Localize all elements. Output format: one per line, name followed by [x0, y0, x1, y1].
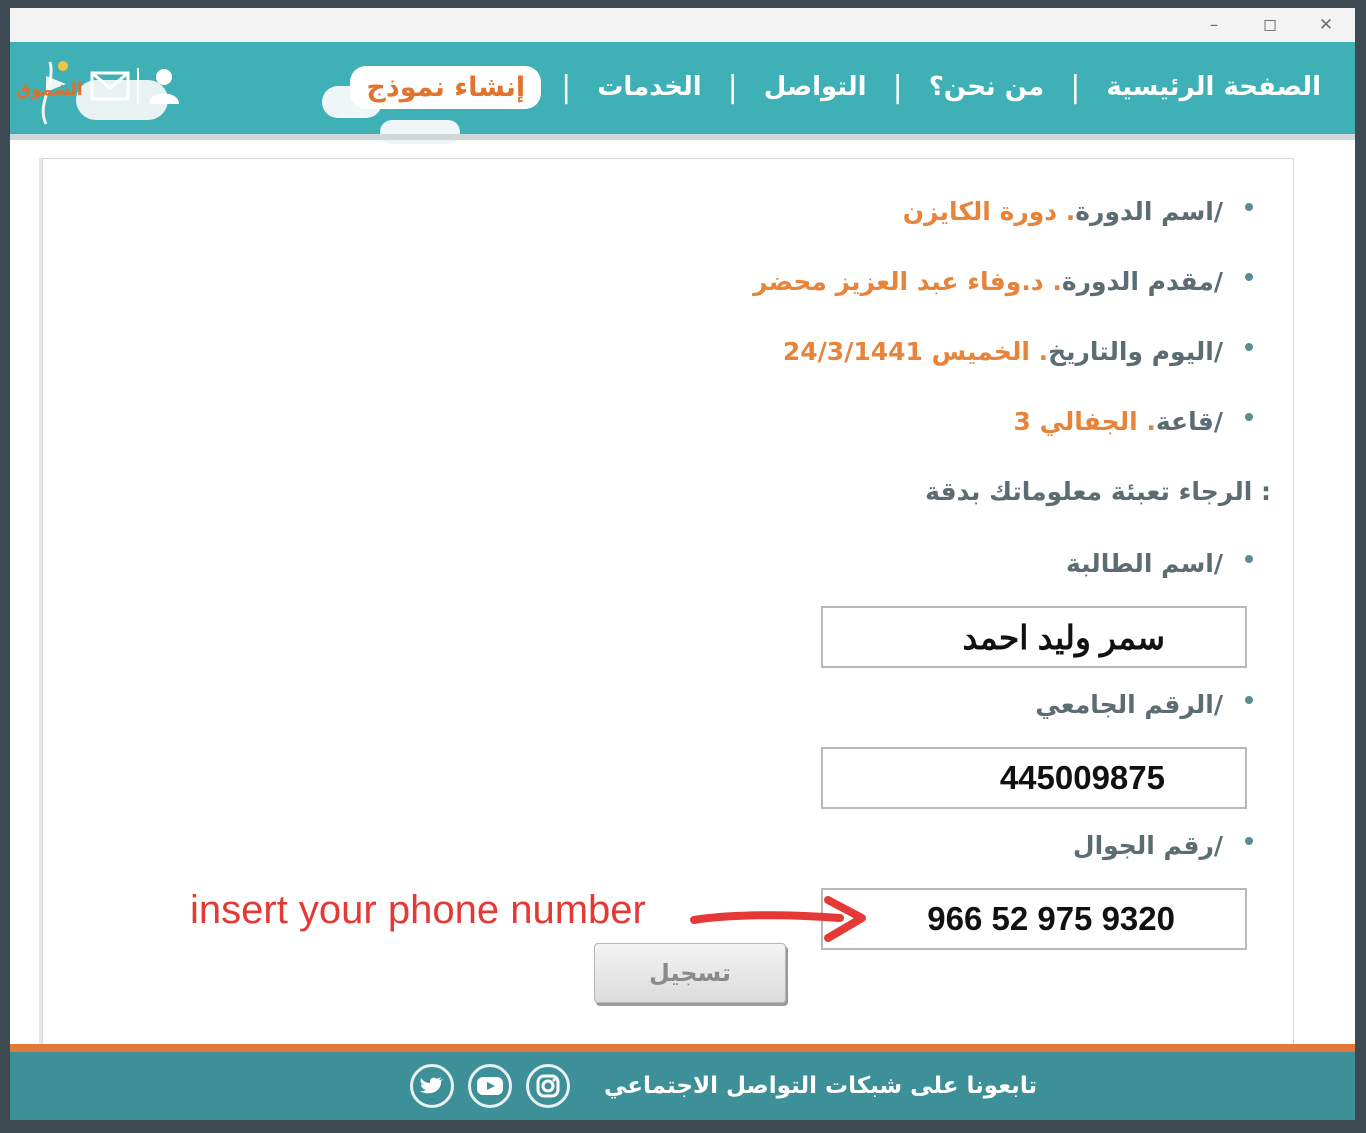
bullet: [1245, 837, 1253, 845]
nav-separator: |: [1070, 69, 1081, 105]
course-name-value: دورة الكايزن .: [902, 196, 1076, 226]
footer-social: تابعونا على شبكات التواصل الاجتماعي: [410, 1052, 1037, 1120]
nav-item-services[interactable]: الخدمات: [591, 72, 707, 102]
hall-row: قاعة/ الجفالي 3 .: [1014, 401, 1224, 441]
logo[interactable]: الشموق: [16, 54, 83, 128]
presenter-value: د.وفاء عبد العزيز محضر .: [753, 266, 1062, 296]
nav-item-home[interactable]: الصفحة الرئيسية: [1100, 72, 1327, 102]
presenter-row: مقدم الدورة/ د.وفاء عبد العزيز محضر .: [753, 261, 1223, 301]
minimize-button[interactable]: –: [1189, 8, 1239, 42]
course-name-label: اسم الدورة/: [1075, 196, 1223, 226]
student-name-row: اسم الطالبة/: [1066, 543, 1223, 583]
mail-icon[interactable]: [90, 70, 130, 102]
nav-separator: |: [892, 69, 903, 105]
nav-active-wrapper: إنشاء نموذج: [322, 65, 542, 144]
navbar-shadow: [10, 134, 1355, 140]
university-id-field[interactable]: 445009875: [821, 747, 1247, 809]
hall-value: الجفالي 3 .: [1013, 406, 1156, 436]
student-name-label: اسم الطالبة/: [1065, 548, 1223, 578]
bullet: [1245, 203, 1253, 211]
annotation-text: insert your phone number: [190, 888, 646, 932]
title-bar: – ◻ ✕: [10, 8, 1355, 42]
phone-label: رقم الجوال/: [1072, 830, 1223, 860]
bullet: [1245, 696, 1253, 704]
course-name-row: اسم الدورة/ دورة الكايزن .: [903, 191, 1223, 231]
twitter-icon[interactable]: [410, 1064, 454, 1108]
bullet: [1245, 343, 1253, 351]
date-label: اليوم والتاريخ/: [1048, 336, 1223, 366]
footer-text: تابعونا على شبكات التواصل الاجتماعي: [604, 1073, 1038, 1099]
bullet: [1245, 273, 1253, 281]
logo-text: الشموق: [16, 80, 83, 100]
date-row: اليوم والتاريخ/ الخميس 24/3/1441 .: [783, 331, 1223, 371]
footer-accent-line: [10, 1044, 1355, 1052]
student-name-field[interactable]: سمر وليد احمد: [821, 606, 1247, 668]
youtube-icon[interactable]: [468, 1064, 512, 1108]
university-id-row: الرقم الجامعي/: [1035, 684, 1223, 724]
nav-item-create-form[interactable]: إنشاء نموذج: [350, 65, 542, 109]
footer: تابعونا على شبكات التواصل الاجتماعي: [10, 1052, 1355, 1120]
icon-separator: [137, 68, 139, 104]
nav-menu: الصفحة الرئيسية | من نحن؟ | التواصل | ال…: [322, 56, 1327, 144]
bullet: [1245, 555, 1253, 563]
hall-label: قاعة/: [1155, 406, 1223, 436]
form-intro: الرجاء تعبئة معلوماتك بدقة :: [925, 477, 1271, 506]
phone-row: رقم الجوال/: [1073, 825, 1223, 865]
presenter-label: مقدم الدورة/: [1061, 266, 1223, 296]
nav-item-about[interactable]: من نحن؟: [923, 72, 1051, 102]
nav-separator: |: [561, 69, 572, 105]
arrow-icon: [690, 896, 866, 942]
app-window: – ◻ ✕ الصفحة الرئيسية | من نحن؟ | التواص…: [10, 8, 1355, 1120]
nav-separator: |: [727, 69, 738, 105]
register-button[interactable]: تسجيل: [594, 943, 786, 1003]
close-button[interactable]: ✕: [1301, 8, 1351, 42]
bullet: [1245, 413, 1253, 421]
nav-item-contact[interactable]: التواصل: [758, 72, 873, 102]
date-value: الخميس 24/3/1441 .: [782, 336, 1049, 366]
top-navbar: الصفحة الرئيسية | من نحن؟ | التواصل | ال…: [10, 42, 1355, 144]
maximize-button[interactable]: ◻: [1245, 8, 1295, 42]
user-icon[interactable]: [146, 66, 182, 106]
phone-field[interactable]: 966 52 975 9320: [821, 888, 1247, 950]
university-id-label: الرقم الجامعي/: [1035, 689, 1223, 719]
instagram-icon[interactable]: [526, 1064, 570, 1108]
